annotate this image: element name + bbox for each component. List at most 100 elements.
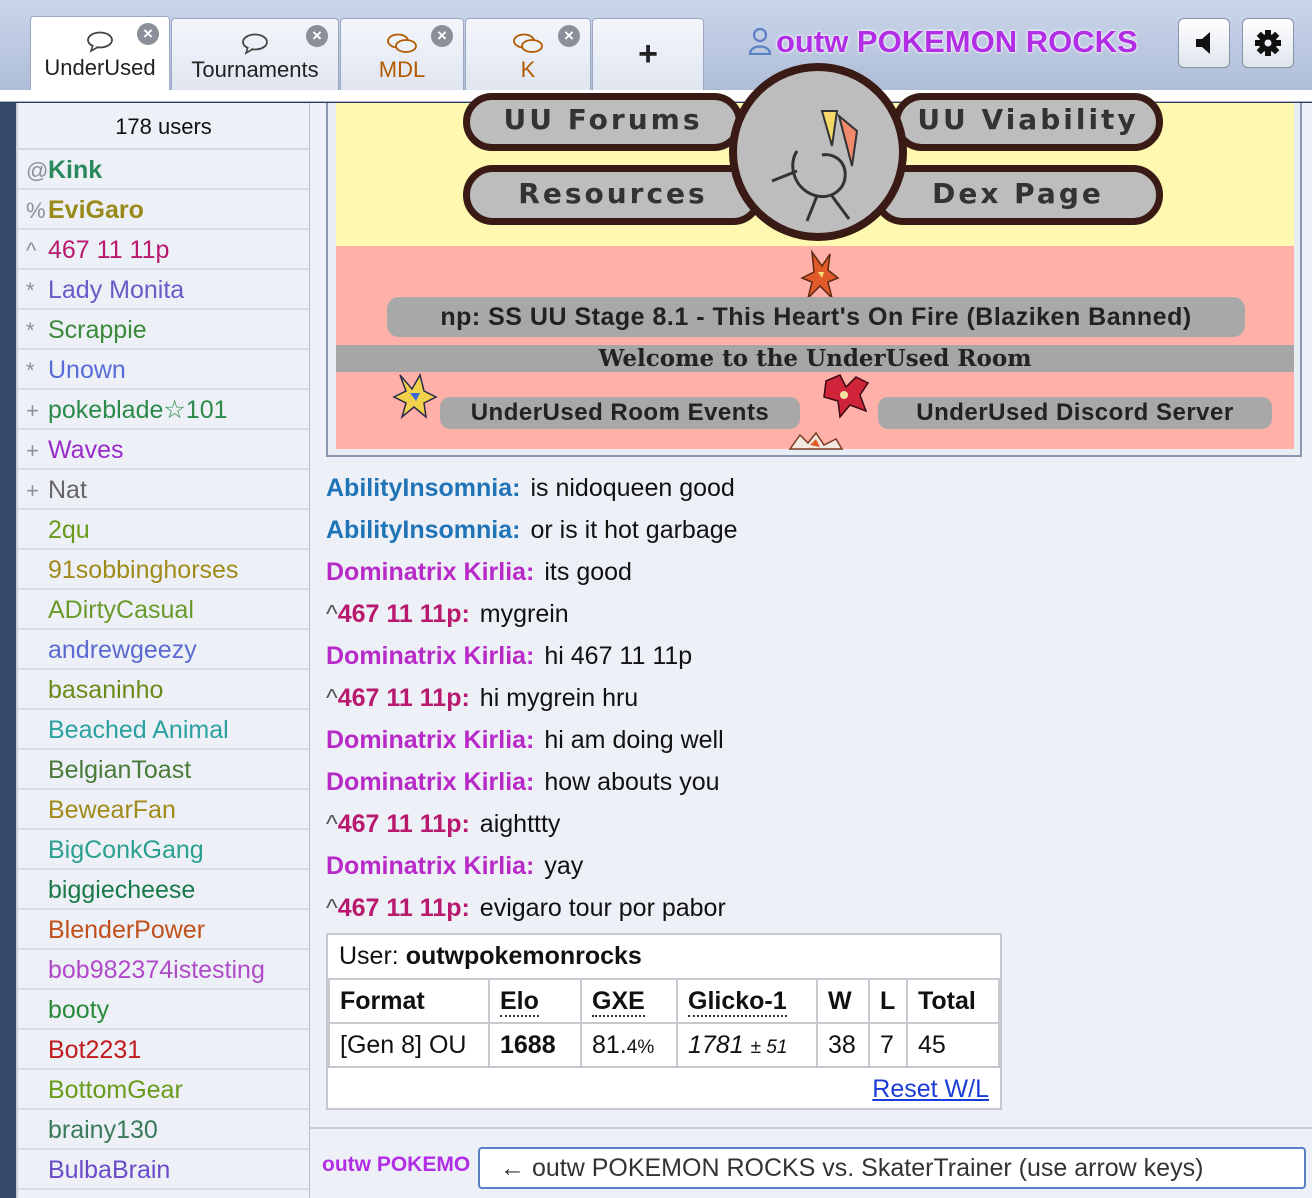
user-list-item[interactable]: + Waves xyxy=(18,430,309,470)
uu-forums-link[interactable]: UU Forums xyxy=(463,93,743,151)
close-tab-icon[interactable]: × xyxy=(558,25,580,47)
user-list-item[interactable]: BulbaBrain xyxy=(18,1150,309,1190)
wins-header: W xyxy=(816,978,870,1024)
glicko-header: Glicko-1 xyxy=(676,978,818,1024)
user-list-item[interactable]: * Unown xyxy=(18,350,309,390)
user-list-item[interactable]: @Kink xyxy=(18,150,309,190)
message-author[interactable]: 467 11 11p: xyxy=(338,684,470,712)
tab-underused[interactable]: UnderUsed × xyxy=(30,16,170,92)
message-text: hi am doing well xyxy=(544,726,724,754)
chat-message: AbilityInsomnia: is nidoqueen good xyxy=(326,467,1306,509)
close-tab-icon[interactable]: × xyxy=(137,23,159,45)
author-rank-symbol: ^ xyxy=(326,600,338,628)
chat-message: ^467 11 11p: mygrein xyxy=(326,593,1306,635)
volume-button[interactable] xyxy=(1178,18,1230,68)
tab-label: K xyxy=(520,57,536,82)
tab-label: MDL xyxy=(378,57,426,82)
user-rank-symbol: + xyxy=(26,478,39,503)
speaker-icon xyxy=(1196,32,1210,54)
username-label: outw POKEMON ROCKS xyxy=(776,24,1138,59)
user-name: biggiecheese xyxy=(48,876,196,904)
user-name: BewearFan xyxy=(48,796,176,824)
group-chat-icon xyxy=(513,33,543,53)
message-text: mygrein xyxy=(479,600,569,628)
scizor-sprite xyxy=(823,374,870,419)
message-text: is nidoqueen good xyxy=(530,474,735,502)
message-author[interactable]: Dominatrix Kirlia: xyxy=(326,558,534,586)
header: UnderUsed × Tournaments × MDL × K × + ou… xyxy=(0,0,1312,92)
tab-tournaments[interactable]: Tournaments × xyxy=(171,18,339,92)
user-name: EviGaro xyxy=(48,196,144,224)
discord-server-button[interactable]: UnderUsed Discord Server xyxy=(878,397,1272,429)
user-list-item[interactable]: BigConkGang xyxy=(18,830,309,870)
user-rank-symbol: * xyxy=(26,278,35,303)
uu-viability-link[interactable]: UU Viability xyxy=(893,93,1163,151)
user-name: BigConkGang xyxy=(48,836,204,864)
user-list-item[interactable]: Bot2231 xyxy=(18,1030,309,1070)
user-list-item[interactable]: bob982374istesting xyxy=(18,950,309,990)
chat-message: ^467 11 11p: evigaro tour por pabor xyxy=(326,887,1306,929)
message-author[interactable]: Dominatrix Kirlia: xyxy=(326,852,534,880)
chat-input[interactable]: ← outw POKEMON ROCKS vs. SkaterTrainer (… xyxy=(478,1147,1306,1189)
user-list-item[interactable]: %EviGaro xyxy=(18,190,309,230)
message-author[interactable]: AbilityInsomnia: xyxy=(326,516,520,544)
author-rank-symbol: ^ xyxy=(326,684,338,712)
message-author[interactable]: Dominatrix Kirlia: xyxy=(326,768,534,796)
user-name: 2qu xyxy=(48,516,90,544)
format-cell: [Gen 8] OU xyxy=(328,1022,490,1068)
chat-room: UU Forums UU Viability Resources Dex Pag… xyxy=(310,63,1312,1127)
chat-bubble-icon xyxy=(87,31,113,53)
user-list-item[interactable]: BelgianToast xyxy=(18,750,309,790)
user-name: 467 11 11p xyxy=(48,236,170,264)
dex-page-link[interactable]: Dex Page xyxy=(873,165,1163,225)
user-list-item[interactable]: Beached Animal xyxy=(18,710,309,750)
user-list-item[interactable]: BottomGear xyxy=(18,1070,309,1110)
message-text: how abouts you xyxy=(544,768,720,796)
message-author[interactable]: 467 11 11p: xyxy=(338,894,470,922)
user-list-item[interactable]: + Nat xyxy=(18,470,309,510)
message-author[interactable]: AbilityInsomnia: xyxy=(326,474,520,502)
user-list-item[interactable]: biggiecheese xyxy=(18,870,309,910)
chat-bubble-icon xyxy=(242,33,268,55)
wins-cell: 38 xyxy=(816,1022,870,1068)
user-label: User: xyxy=(339,942,399,970)
zeraora-sprite xyxy=(392,373,438,420)
message-text: yay xyxy=(544,852,584,880)
gear-icon xyxy=(1255,30,1281,56)
user-name: Scrappie xyxy=(48,316,147,344)
chat-message: Dominatrix Kirlia: its good xyxy=(326,551,1306,593)
user-list-item[interactable]: BewearFan xyxy=(18,790,309,830)
user-list-item[interactable]: 2qu xyxy=(18,510,309,550)
message-text: hi mygrein hru xyxy=(479,684,639,712)
reset-wl-link[interactable]: Reset W/L xyxy=(872,1075,989,1103)
message-author[interactable]: 467 11 11p: xyxy=(338,810,470,838)
message-text: or is it hot garbage xyxy=(530,516,738,544)
message-author[interactable]: Dominatrix Kirlia: xyxy=(326,726,534,754)
user-rank-symbol: * xyxy=(26,358,35,383)
chat-message: ^467 11 11p: hi mygrein hru xyxy=(326,677,1306,719)
close-tab-icon[interactable]: × xyxy=(306,25,328,47)
chat-message: Dominatrix Kirlia: how abouts you xyxy=(326,761,1306,803)
user-list-item[interactable]: basaninho xyxy=(18,670,309,710)
user-list-item[interactable]: ^ 467 11 11p xyxy=(18,230,309,270)
user-list-item[interactable]: * Scrappie xyxy=(18,310,309,350)
user-list-item[interactable]: brainy130 xyxy=(18,1110,309,1150)
user-list-item[interactable]: 91sobbinghorses xyxy=(18,550,309,590)
current-user-button[interactable]: outw POKEMON ROCKS xyxy=(748,24,1138,60)
settings-button[interactable] xyxy=(1242,18,1294,68)
user-list-item[interactable]: + pokeblade☆101 xyxy=(18,390,309,430)
close-tab-icon[interactable]: × xyxy=(431,25,453,47)
room-events-button[interactable]: UnderUsed Room Events xyxy=(440,397,800,429)
message-author[interactable]: 467 11 11p: xyxy=(338,600,470,628)
tab-k[interactable]: K × xyxy=(465,18,591,92)
message-author[interactable]: Dominatrix Kirlia: xyxy=(326,642,534,670)
user-list-item[interactable]: * Lady Monita xyxy=(18,270,309,310)
tab-mdl[interactable]: MDL × xyxy=(340,18,464,92)
rating-card: User: outwpokemonrocks Format Elo GXE Gl… xyxy=(326,933,1002,1110)
add-tab-button[interactable]: + xyxy=(592,18,704,92)
resources-link[interactable]: Resources xyxy=(463,165,763,225)
user-list-item[interactable]: BlenderPower xyxy=(18,910,309,950)
user-list-item[interactable]: ADirtyCasual xyxy=(18,590,309,630)
user-list-item[interactable]: booty xyxy=(18,990,309,1030)
user-list-item[interactable]: andrewgeezy xyxy=(18,630,309,670)
